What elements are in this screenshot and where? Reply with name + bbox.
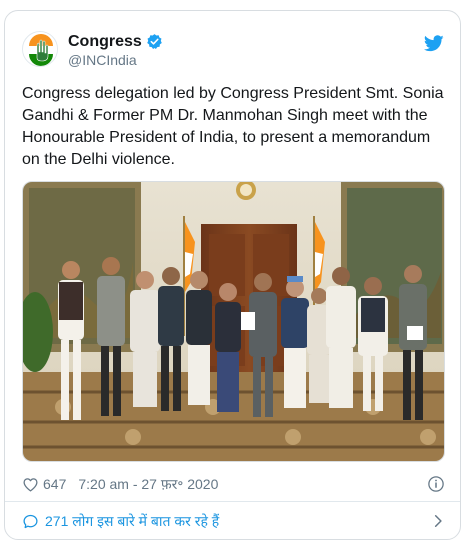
verified-badge-icon [147,34,162,50]
replies-link[interactable]: 271 लोग इस बारे में बात कर रहे हैं [22,509,445,533]
tweet-photo[interactable] [22,181,445,462]
timestamp[interactable]: 7:20 am - 27 फ़र॰ 2020 [78,475,218,494]
heart-icon[interactable] [22,476,39,493]
avatar[interactable] [22,31,58,67]
chevron-right-icon[interactable] [431,514,445,528]
tweet-card[interactable]: Congress @INCIndia Congress delegation l… [4,10,461,540]
tweet-meta: 647 7:20 am - 27 फ़र॰ 2020 [22,472,445,496]
like-count[interactable]: 647 [43,476,66,492]
author-names[interactable]: Congress @INCIndia [68,32,163,69]
info-icon[interactable] [427,475,445,493]
display-name[interactable]: Congress [68,32,142,51]
congress-logo-icon [23,32,57,66]
replies-text[interactable]: 271 लोग इस बारे में बात कर रहे हैं [45,512,219,531]
speech-bubble-icon [23,514,38,528]
divider [5,501,460,502]
tweet-text: Congress delegation led by Congress Pres… [22,85,444,168]
twitter-bird-icon[interactable] [424,35,444,52]
tweet-header: Congress @INCIndia [22,31,444,71]
handle[interactable]: @INCIndia [68,51,163,69]
delegation-photo-image [23,182,444,461]
